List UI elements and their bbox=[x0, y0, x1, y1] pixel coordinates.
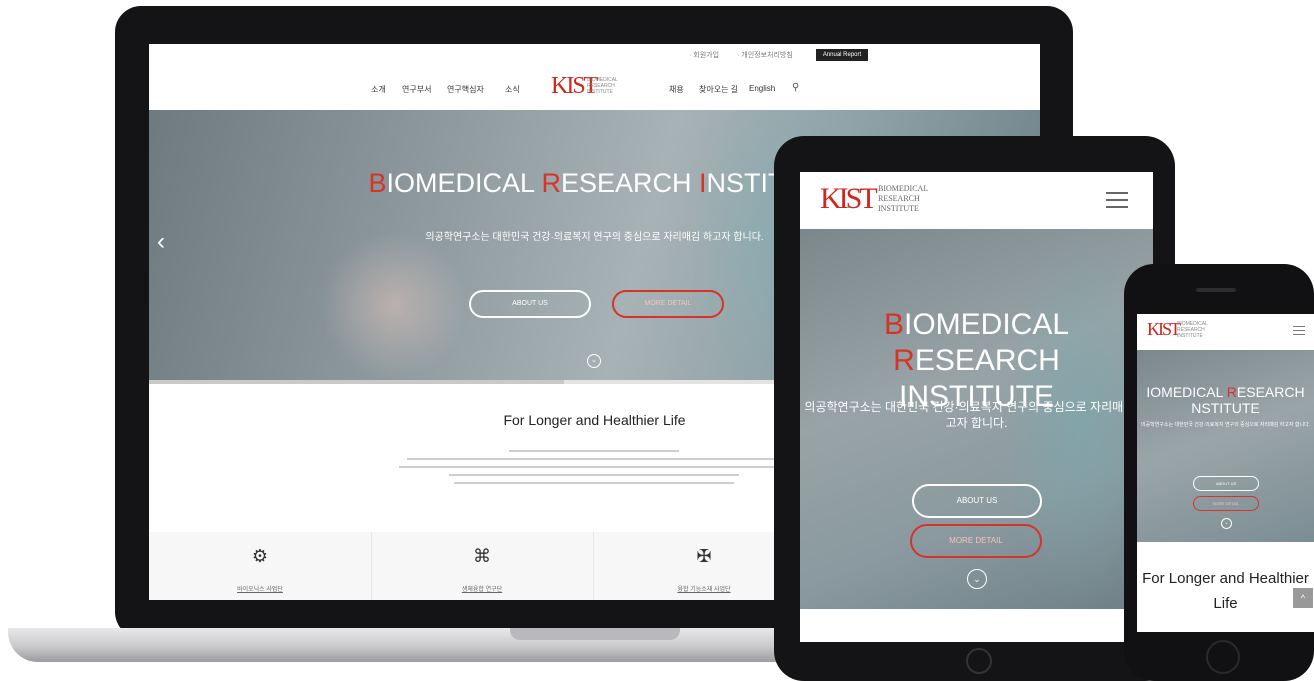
title-word: IOMEDICAL bbox=[903, 308, 1070, 341]
tablet-website: KIST BIOMEDICAL RESEARCH INSTITUTE BIOME… bbox=[800, 172, 1153, 642]
utility-bar: · 회원가입 · 개인정보처리방침 Annual Report bbox=[149, 44, 1040, 66]
title-word: ESEARCH bbox=[560, 168, 700, 198]
about-us-button[interactable]: ABOUT US bbox=[469, 290, 591, 318]
phone-header: KIST BIOMEDICAL RESEARCH INSTITUTE bbox=[1137, 314, 1314, 350]
nav-item-departments[interactable]: 연구부서 bbox=[402, 84, 431, 95]
scroll-top-button[interactable]: ^ bbox=[1293, 588, 1313, 608]
chevron-down-icon[interactable]: ⌄ bbox=[587, 354, 601, 368]
logo-subtitle: BIOMEDICAL RESEARCH INSTITUTE bbox=[878, 184, 928, 213]
title-initial-b: B bbox=[883, 308, 904, 341]
kist-logo[interactable]: KIST bbox=[1147, 319, 1181, 340]
hamburger-menu-icon[interactable] bbox=[1293, 326, 1305, 338]
nav-item-directions[interactable]: 찾아오는 길 bbox=[699, 84, 738, 95]
hero-title: IOMEDICAL RESEARCH NSTITUTE bbox=[1137, 384, 1314, 416]
tablet-header: KIST BIOMEDICAL RESEARCH INSTITUTE bbox=[800, 172, 1153, 229]
annual-report-button[interactable]: Annual Report bbox=[816, 49, 868, 61]
phone-hero: IOMEDICAL RESEARCH NSTITUTE 의공학연구소는 대한민국… bbox=[1137, 350, 1314, 542]
title-word: IOMEDICAL bbox=[1146, 384, 1227, 400]
phone-home-button bbox=[1206, 640, 1240, 674]
command-icon: ⌘ bbox=[473, 546, 491, 566]
feature-card[interactable]: ⚙ 바이오닉스 사업단 bbox=[149, 532, 372, 600]
laptop-notch bbox=[510, 628, 680, 640]
more-detail-button[interactable]: MORE DETAIL bbox=[910, 524, 1042, 558]
title-word: ESEARCH bbox=[1236, 384, 1305, 400]
chevron-down-icon[interactable]: ⌄ bbox=[967, 569, 987, 589]
title-word: ESEARCH bbox=[914, 344, 1060, 377]
title-initial-b: B bbox=[368, 168, 387, 198]
title-initial-i: I bbox=[699, 168, 707, 198]
nav-item-english[interactable]: English bbox=[749, 84, 775, 93]
nav-item-research[interactable]: 연구핵심자 bbox=[447, 84, 484, 95]
hamburger-menu-icon[interactable] bbox=[1106, 192, 1128, 213]
slider-progress-fill bbox=[149, 380, 564, 384]
tablet-home-button bbox=[966, 648, 992, 674]
title-initial-r: R bbox=[1226, 384, 1237, 400]
hero-subtitle: 의공학연구소는 대한민국 건강·의료복지 연구의 중심으로 자리매김 하고자 합… bbox=[1140, 422, 1311, 428]
title-line-2: NSTITUTE bbox=[1191, 400, 1260, 416]
about-us-button[interactable]: ABOUT US bbox=[1193, 476, 1259, 491]
logo-subtitle: BIOMEDICAL RESEARCH INSTITUTE bbox=[587, 77, 618, 95]
more-detail-button[interactable]: MORE DETAIL bbox=[1193, 496, 1259, 511]
phone-speaker bbox=[1196, 288, 1236, 292]
feature-card[interactable]: ⌘ 생체융합 연구단 bbox=[371, 532, 594, 600]
more-detail-button[interactable]: MORE DETAIL bbox=[612, 290, 724, 318]
nav-item-about[interactable]: 소개 bbox=[371, 84, 386, 95]
hero-subtitle: 의공학연구소는 대한민국 건강·의료복지 연구의 중심으로 자리매김 하고자 합… bbox=[804, 400, 1149, 430]
tablet-hero: BIOMEDICAL RESEARCH INSTITUTE 의공학연구소는 대한… bbox=[800, 229, 1153, 609]
chevron-left-icon[interactable]: ‹ bbox=[157, 228, 165, 256]
privacy-link[interactable]: · 개인정보처리방침 bbox=[737, 50, 793, 60]
logo-subtitle: BIOMEDICAL RESEARCH INSTITUTE bbox=[1177, 321, 1208, 339]
title-word: IOMEDICAL bbox=[386, 168, 542, 198]
phone-website: KIST BIOMEDICAL RESEARCH INSTITUTE IOMED… bbox=[1137, 314, 1314, 632]
about-us-button[interactable]: ABOUT US bbox=[912, 484, 1042, 518]
hero-hand-graphic bbox=[319, 230, 469, 380]
nav-item-careers[interactable]: 채용 bbox=[669, 84, 684, 95]
main-nav: 소개 연구부서 연구핵심자 소식 KIST BIOMEDICAL RESEARC… bbox=[149, 66, 1040, 110]
chevron-down-icon[interactable]: ⌄ bbox=[1221, 518, 1232, 529]
signup-link[interactable]: · 회원가입 bbox=[689, 50, 719, 60]
kist-logo[interactable]: KIST bbox=[820, 182, 878, 216]
chip-icon: ⚙ bbox=[251, 546, 269, 566]
nav-item-news[interactable]: 소식 bbox=[505, 84, 520, 95]
intro-title: For Longer and Healthier Life bbox=[1142, 570, 1309, 612]
title-initial-r: R bbox=[541, 168, 561, 198]
title-initial-r: R bbox=[893, 344, 915, 377]
search-icon[interactable]: ⚲ bbox=[792, 82, 799, 93]
feature-label[interactable]: 바이오닉스 사업단 bbox=[149, 584, 371, 593]
feature-label[interactable]: 생체융합 연구단 bbox=[371, 584, 593, 593]
